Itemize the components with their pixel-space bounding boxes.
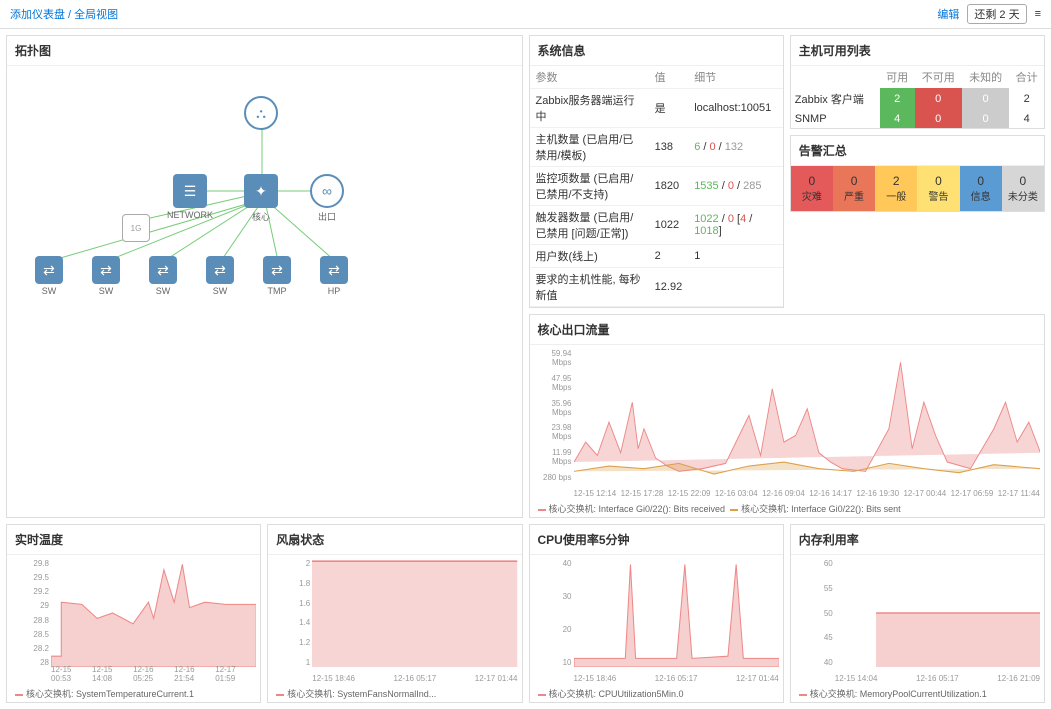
col-value: 值: [649, 66, 689, 89]
traffic-panel: 核心出口流量 59.94 Mbps47.95 Mbps35.96 Mbps23.…: [529, 314, 1046, 518]
right-top-right: 主机可用列表 可用不可用未知的合计 Zabbix 客户端2002 SNMP400…: [790, 35, 1045, 308]
y-axis: 40302010: [532, 559, 572, 667]
topo-node-top[interactable]: ⛬: [244, 96, 278, 132]
alert-box[interactable]: 0警告: [917, 166, 959, 211]
topo-node-sw5[interactable]: ⇄TMP: [263, 256, 291, 296]
temp-chart[interactable]: 29.829.529.22928.828.528.228 12-15 00:53…: [7, 555, 260, 685]
chart-legend: 核心交换机: MemoryPoolCurrentUtilization.1: [791, 685, 1044, 702]
alert-box[interactable]: 0严重: [833, 166, 875, 211]
cpu-chart[interactable]: 40302010 12-15 18:4612-16 05:1712-17 01:…: [530, 555, 783, 685]
y-axis: 6055504540: [793, 559, 833, 667]
panel-title: 拓扑图: [7, 36, 522, 66]
edit-link[interactable]: 编辑: [937, 6, 959, 22]
table-row: SNMP4004: [791, 110, 1044, 128]
alert-row: 0灾难0严重2一般0警告0信息0未分类: [791, 166, 1044, 211]
panel-title: 系统信息: [530, 36, 783, 66]
y-axis: 29.829.529.22928.828.528.228: [9, 559, 49, 667]
server-icon: ☰: [173, 174, 207, 208]
col-detail: 细节: [688, 66, 783, 89]
alert-box[interactable]: 0信息: [960, 166, 1002, 211]
alert-box[interactable]: 2一般: [875, 166, 917, 211]
switch-icon: ⇄: [206, 256, 234, 284]
box-icon: 1G: [122, 214, 150, 242]
alert-box[interactable]: 0未分类: [1002, 166, 1044, 211]
plot-area: [574, 349, 1041, 482]
switch-icon: ✦: [244, 174, 278, 208]
traffic-chart[interactable]: 59.94 Mbps47.95 Mbps35.96 Mbps23.98 Mbps…: [530, 345, 1045, 500]
breadcrumb-current[interactable]: 全局视图: [74, 9, 118, 21]
switch-icon: ⇄: [320, 256, 348, 284]
sysinfo-panel: 系统信息 参数 值 细节 Zabbix服务器端运行中是localhost:100…: [529, 35, 784, 308]
topo-node-sw4[interactable]: ⇄SW: [206, 256, 234, 296]
breadcrumb-root[interactable]: 添加仪表盘: [10, 9, 65, 21]
switch-icon: ⇄: [35, 256, 63, 284]
y-axis: 21.81.61.41.21: [270, 559, 310, 667]
sysinfo-table: 参数 值 细节 Zabbix服务器端运行中是localhost:10051 主机…: [530, 66, 783, 307]
table-row: 用户数(线上)21: [530, 245, 783, 268]
x-axis: 12-15 12:1412-15 17:2812-15 22:0912-16 0…: [574, 489, 1041, 498]
alerts-panel: 告警汇总 0灾难0严重2一般0警告0信息0未分类: [790, 135, 1045, 212]
switch-icon: ⇄: [263, 256, 291, 284]
topo-node-core[interactable]: ✦核心: [244, 174, 278, 223]
days-remaining-badge: 还剩 2 天: [967, 4, 1026, 24]
panel-title: CPU使用率5分钟: [530, 525, 783, 555]
traffic-svg: [574, 349, 1041, 482]
temp-panel: 实时温度 29.829.529.22928.828.528.228 12-15 …: [6, 524, 261, 703]
y-axis: 59.94 Mbps47.95 Mbps35.96 Mbps23.98 Mbps…: [532, 349, 572, 482]
link-icon: ∞: [310, 174, 344, 208]
panel-title: 风扇状态: [268, 525, 521, 555]
fan-panel: 风扇状态 21.81.61.41.21 12-15 18:4612-16 05:…: [267, 524, 522, 703]
x-axis: 12-15 18:4612-16 05:1712-17 01:44: [574, 674, 779, 683]
col-param: 参数: [530, 66, 649, 89]
chart-legend: 核心交换机: CPUUtilization5Min.0: [530, 685, 783, 702]
alert-box[interactable]: 0灾难: [791, 166, 833, 211]
topo-node-sw6[interactable]: ⇄HP: [320, 256, 348, 296]
panel-title: 主机可用列表: [791, 36, 1044, 66]
topo-node-right[interactable]: ∞出口: [310, 174, 344, 223]
x-axis: 12-15 14:0412-16 05:1712-16 21:09: [835, 674, 1040, 683]
x-axis: 12-15 18:4612-16 05:1712-17 01:44: [312, 674, 517, 683]
table-row: Zabbix服务器端运行中是localhost:10051: [530, 89, 783, 128]
topo-node-mini[interactable]: 1G: [122, 214, 150, 244]
top-bar: 添加仪表盘 / 全局视图 编辑 还剩 2 天 ≡: [0, 0, 1051, 29]
chart-svg: [835, 559, 1040, 667]
panel-title: 核心出口流量: [530, 315, 1045, 345]
topo-node-left[interactable]: ☰NETWORK: [167, 174, 213, 220]
mem-panel: 内存利用率 6055504540 12-15 14:0412-16 05:171…: [790, 524, 1045, 703]
chart-svg: [574, 559, 779, 667]
cpu-panel: CPU使用率5分钟 40302010 12-15 18:4612-16 05:1…: [529, 524, 784, 703]
topo-node-sw3[interactable]: ⇄SW: [149, 256, 177, 296]
switch-icon: ⇄: [92, 256, 120, 284]
table-header: 可用不可用未知的合计: [791, 66, 1044, 88]
panel-title: 告警汇总: [791, 136, 1044, 166]
panel-title: 内存利用率: [791, 525, 1044, 555]
hosts-panel: 主机可用列表 可用不可用未知的合计 Zabbix 客户端2002 SNMP400…: [790, 35, 1045, 129]
right-column: 系统信息 参数 值 细节 Zabbix服务器端运行中是localhost:100…: [529, 35, 1046, 518]
panel-title: 实时温度: [7, 525, 260, 555]
chart-legend: 核心交换机: SystemTemperatureCurrent.1: [7, 685, 260, 702]
top-right: 编辑 还剩 2 天 ≡: [937, 4, 1041, 24]
table-row: Zabbix 客户端2002: [791, 88, 1044, 110]
mem-chart[interactable]: 6055504540 12-15 14:0412-16 05:1712-16 2…: [791, 555, 1044, 685]
x-axis: 12-15 00:5312-15 14:0812-16 05:2512-16 2…: [51, 665, 256, 683]
hosts-table: 可用不可用未知的合计 Zabbix 客户端2002 SNMP4004: [791, 66, 1044, 128]
table-row: 要求的主机性能, 每秒新值12.92: [530, 268, 783, 307]
topo-node-sw1[interactable]: ⇄SW: [35, 256, 63, 296]
topo-node-sw2[interactable]: ⇄SW: [92, 256, 120, 296]
topology-panel: 拓扑图 ⛬ ☰NETWORK ✦核心 ∞出口: [6, 35, 523, 518]
breadcrumb[interactable]: 添加仪表盘 / 全局视图: [10, 6, 118, 22]
topology-canvas[interactable]: ⛬ ☰NETWORK ✦核心 ∞出口 1G ⇄SW ⇄SW ⇄SW ⇄SW ⇄T…: [7, 66, 522, 366]
table-row: 触发器数量 (已启用/已禁用 [问题/正常])10221022 / 0 [4 /…: [530, 206, 783, 245]
table-row: 主机数量 (已启用/已禁用/模板)1386 / 0 / 132: [530, 128, 783, 167]
chart-legend: 核心交换机: Interface Gi0/22(): Bits received…: [530, 500, 1045, 517]
fan-chart[interactable]: 21.81.61.41.21 12-15 18:4612-16 05:1712-…: [268, 555, 521, 685]
chart-svg: [312, 559, 517, 667]
cloud-icon: ⛬: [244, 96, 278, 130]
table-header: 参数 值 细节: [530, 66, 783, 89]
table-row: 监控项数量 (已启用/已禁用/不支持)18201535 / 0 / 285: [530, 167, 783, 206]
chart-legend: 核心交换机: SystemFansNormalInd...: [268, 685, 521, 702]
chart-svg: [51, 559, 256, 667]
switch-icon: ⇄: [149, 256, 177, 284]
menu-icon[interactable]: ≡: [1035, 8, 1041, 20]
